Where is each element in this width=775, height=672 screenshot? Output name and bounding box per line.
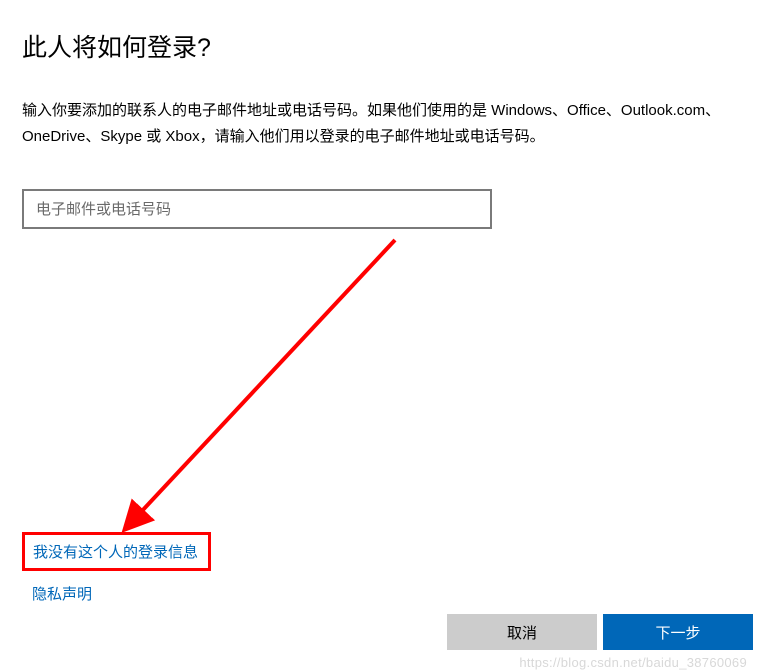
description-text: 输入你要添加的联系人的电子邮件地址或电话号码。如果他们使用的是 Windows、…	[22, 98, 742, 149]
email-phone-input[interactable]	[22, 189, 492, 229]
annotation-arrow	[115, 235, 415, 545]
cancel-button[interactable]: 取消	[447, 614, 597, 650]
privacy-statement-link[interactable]: 隐私声明	[32, 583, 211, 604]
highlight-annotation: 我没有这个人的登录信息	[22, 532, 211, 571]
watermark-text: https://blog.csdn.net/baidu_38760069	[519, 655, 747, 670]
page-title: 此人将如何登录?	[22, 28, 753, 64]
no-signin-info-link[interactable]: 我没有这个人的登录信息	[33, 541, 198, 562]
next-button[interactable]: 下一步	[603, 614, 753, 650]
